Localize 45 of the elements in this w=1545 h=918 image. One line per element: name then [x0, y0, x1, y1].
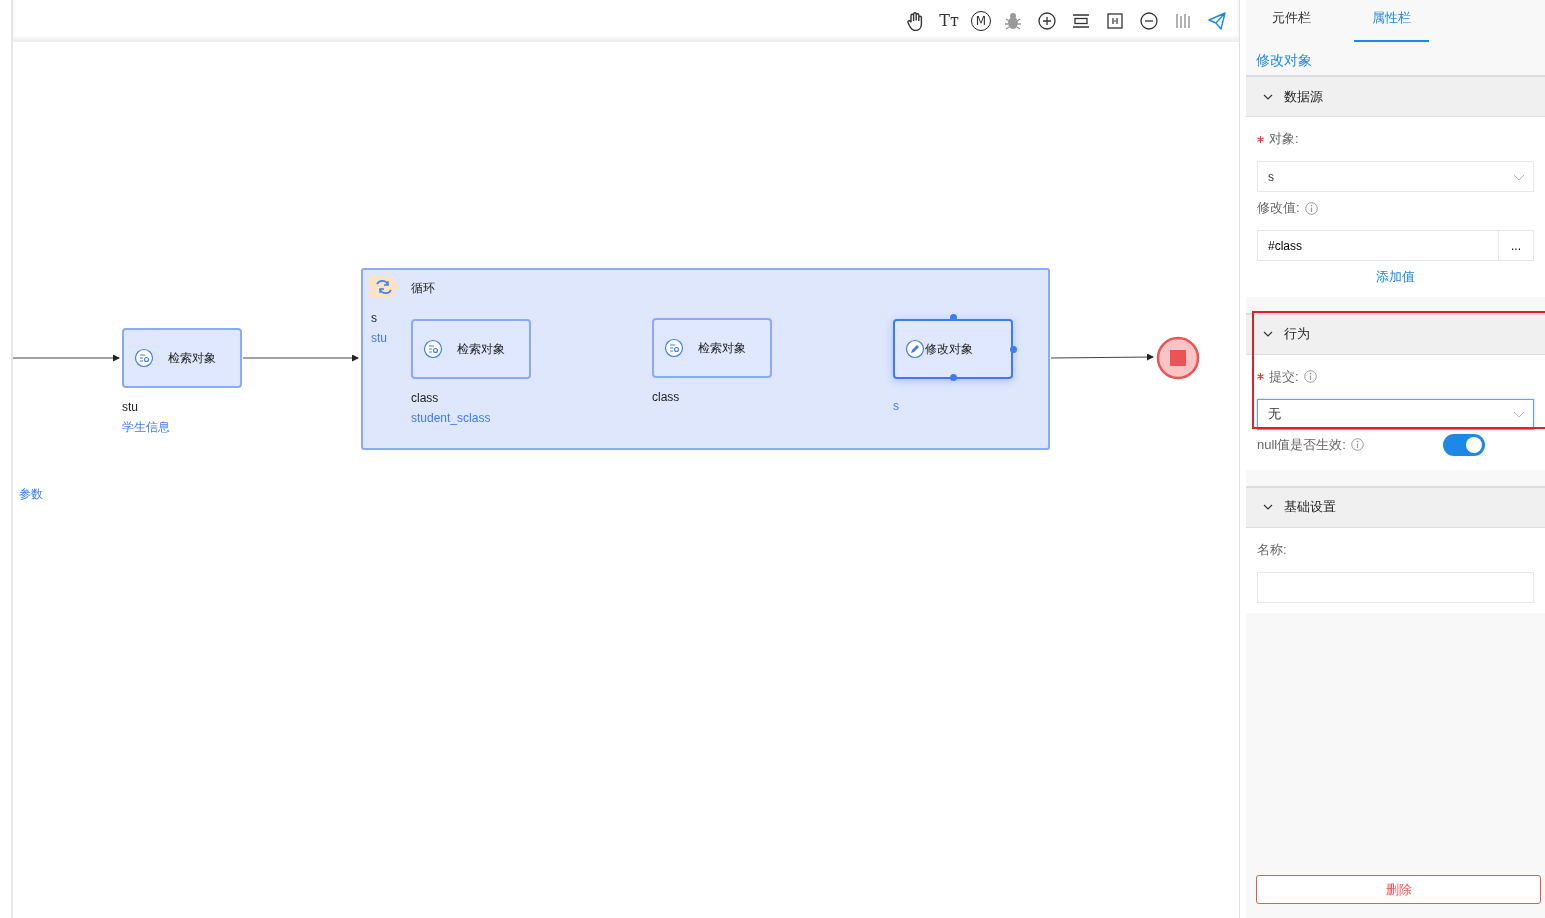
flow-node[interactable]: 检索对象	[411, 319, 531, 379]
node-variable: stu	[122, 399, 138, 416]
flow-node[interactable]: 修改对象	[893, 319, 1013, 379]
add-value-link[interactable]: 添加值	[1376, 267, 1415, 287]
node-source: s	[893, 398, 899, 415]
loop-variable: s	[371, 310, 377, 327]
flow-node[interactable]: 检索对象	[652, 318, 772, 378]
info-icon[interactable]	[1350, 438, 1364, 451]
panel-title: 修改对象	[1255, 51, 1313, 70]
panel-tab[interactable]: 属性栏	[1354, 0, 1429, 42]
field-label: null值是否生效:	[1257, 435, 1346, 454]
field-label: 修改值:	[1257, 199, 1300, 218]
loop-source: stu	[371, 330, 387, 347]
end-node[interactable]	[1156, 336, 1200, 380]
delete-button[interactable]: 删除	[1256, 875, 1541, 904]
connection-handle[interactable]	[1010, 346, 1017, 353]
text-tool-button[interactable]: Tт	[937, 8, 961, 33]
node-variable: class	[652, 389, 680, 406]
connection-handle[interactable]	[950, 374, 957, 381]
connection-handle[interactable]	[950, 314, 957, 321]
node-variable: class	[411, 390, 439, 407]
field-label: 对象:	[1269, 130, 1299, 149]
section-header[interactable]: 数据源	[1246, 75, 1545, 117]
search-list-icon	[664, 338, 684, 358]
info-icon[interactable]	[1304, 201, 1318, 215]
section-header[interactable]: 基础设置	[1246, 485, 1545, 528]
name-input[interactable]	[1257, 571, 1534, 603]
section-header[interactable]: 行为	[1246, 312, 1545, 355]
panel-tab[interactable]: 元件栏	[1254, 0, 1329, 42]
loop-title: 循环	[411, 280, 435, 297]
loop-icon	[369, 276, 399, 298]
field-label: 名称:	[1257, 540, 1287, 559]
value-field[interactable]: #class ...	[1257, 230, 1534, 261]
field-label: 提交:	[1269, 367, 1299, 386]
node-source: student_sclass	[411, 410, 491, 427]
search-list-icon	[423, 339, 443, 359]
pencil-icon	[905, 339, 925, 359]
select-field[interactable]: 无	[1257, 398, 1534, 430]
toggle-switch[interactable]	[1442, 433, 1485, 456]
parameter-link[interactable]: 参数	[19, 485, 43, 503]
flow-node[interactable]: 检索对象	[122, 328, 242, 388]
node-source: 学生信息	[122, 419, 170, 436]
select-field[interactable]: s	[1257, 161, 1534, 192]
info-icon[interactable]	[1303, 370, 1317, 383]
search-list-icon	[134, 348, 154, 368]
